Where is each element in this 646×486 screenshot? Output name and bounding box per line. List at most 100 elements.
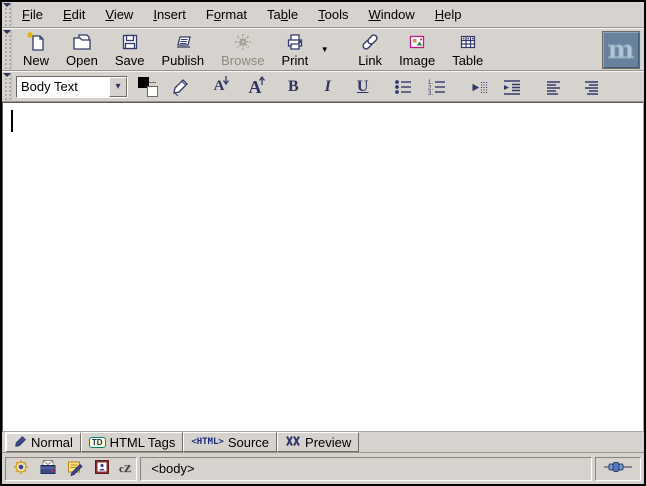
main-toolbar: New Open Save xyxy=(2,28,644,71)
align-right-button[interactable] xyxy=(581,77,601,97)
background-color-swatch[interactable] xyxy=(147,86,158,97)
format-toolbar: Body Text ▾ A A B xyxy=(2,71,644,102)
menu-edit-label: Edit xyxy=(63,7,85,22)
printer-icon xyxy=(284,31,306,53)
link-chain-icon xyxy=(359,31,381,53)
menu-file[interactable]: File xyxy=(16,2,49,27)
print-dropdown-button[interactable]: ▼ xyxy=(318,29,331,70)
chevron-down-icon[interactable]: ▾ xyxy=(109,77,127,97)
preview-icon xyxy=(285,435,301,450)
color-swatch-line xyxy=(149,82,156,83)
tag-breadcrumb-panel: <body> xyxy=(140,457,592,481)
underline-button[interactable]: U xyxy=(357,79,369,95)
component-bar: cZ xyxy=(5,457,137,481)
image-label: Image xyxy=(399,53,435,68)
mail-icon[interactable] xyxy=(38,458,58,479)
open-label: Open xyxy=(66,53,98,68)
publish-button[interactable]: Publish xyxy=(154,29,211,70)
menu-tools[interactable]: Tools xyxy=(312,2,354,27)
menu-format[interactable]: Format xyxy=(200,2,253,27)
new-page-icon xyxy=(25,31,47,53)
composer-window: File Edit View Insert Format Table Tools… xyxy=(2,2,644,484)
link-button[interactable]: Link xyxy=(351,29,389,70)
open-button[interactable]: Open xyxy=(59,29,105,70)
print-button[interactable]: Print xyxy=(274,29,315,70)
html-source-icon: <HTML> xyxy=(191,437,224,447)
italic-button[interactable]: I xyxy=(325,79,331,95)
paragraph-style-select[interactable]: Body Text ▾ xyxy=(16,76,128,98)
print-label: Print xyxy=(281,53,308,68)
increase-font-size-button[interactable]: A xyxy=(244,77,266,97)
toolbar-separator xyxy=(343,29,351,70)
table-grid-icon xyxy=(457,31,479,53)
open-folder-icon xyxy=(71,31,93,53)
navigator-icon[interactable] xyxy=(11,458,31,479)
composer-icon[interactable] xyxy=(65,458,85,479)
table-button[interactable]: Table xyxy=(445,29,490,70)
addressbook-icon[interactable] xyxy=(92,458,112,479)
text-color-picker[interactable] xyxy=(137,76,161,98)
tab-source-label: Source xyxy=(228,435,269,450)
underline-icon: U xyxy=(357,79,369,95)
outdent-button[interactable] xyxy=(469,77,489,97)
indent-button[interactable] xyxy=(501,77,521,97)
menu-window-label: Window xyxy=(369,7,415,22)
new-button[interactable]: New xyxy=(16,29,56,70)
decrease-font-size-button[interactable]: A xyxy=(208,77,230,97)
bold-button[interactable]: B xyxy=(288,79,299,95)
td-badge-icon: TD xyxy=(89,437,106,448)
online-plug-icon[interactable] xyxy=(603,460,633,477)
image-button[interactable]: Image xyxy=(392,29,442,70)
highlighter-pen-icon xyxy=(171,77,191,97)
bulleted-list-button[interactable] xyxy=(393,77,413,97)
highlight-color-button[interactable] xyxy=(171,77,191,97)
pen-icon xyxy=(14,435,27,451)
browse-button[interactable]: Browse xyxy=(214,29,271,70)
toolbar-grippy[interactable] xyxy=(3,30,12,69)
menu-help[interactable]: Help xyxy=(429,2,468,27)
menubar-grippy[interactable] xyxy=(3,3,12,26)
arrow-up-icon xyxy=(258,75,266,86)
svg-text:3.: 3. xyxy=(428,91,433,97)
menu-edit[interactable]: Edit xyxy=(57,2,91,27)
menu-tools-label: Tools xyxy=(318,7,348,22)
tab-normal[interactable]: Normal xyxy=(5,432,81,452)
save-floppy-icon xyxy=(119,31,141,53)
text-caret xyxy=(11,110,13,132)
new-label: New xyxy=(23,53,49,68)
align-left-icon xyxy=(543,77,563,97)
numbered-list-button[interactable]: 1. 2. 3. xyxy=(427,77,447,97)
outdent-icon xyxy=(469,77,489,97)
browse-label: Browse xyxy=(221,53,264,68)
menu-format-label: Format xyxy=(206,7,247,22)
current-tag[interactable]: <body> xyxy=(151,461,194,476)
menu-view-label: View xyxy=(105,7,133,22)
bold-icon: B xyxy=(288,79,299,95)
document-edit-area[interactable] xyxy=(2,102,644,432)
menu-insert-label: Insert xyxy=(153,7,186,22)
tab-html-tags[interactable]: TD HTML Tags xyxy=(81,432,183,452)
tab-normal-label: Normal xyxy=(31,435,73,450)
menu-file-label: File xyxy=(22,7,43,22)
dropdown-arrow-icon: ▼ xyxy=(321,45,329,54)
table-label: Table xyxy=(452,53,483,68)
mozilla-throbber-button[interactable]: m xyxy=(602,31,640,69)
tab-html-tags-label: HTML Tags xyxy=(110,435,176,450)
menu-window[interactable]: Window xyxy=(363,2,421,27)
menu-view[interactable]: View xyxy=(99,2,139,27)
save-button[interactable]: Save xyxy=(108,29,152,70)
chatzilla-icon[interactable]: cZ xyxy=(119,463,131,475)
align-left-button[interactable] xyxy=(543,77,563,97)
menu-table[interactable]: Table xyxy=(261,2,304,27)
link-label: Link xyxy=(358,53,382,68)
browse-sparkle-icon xyxy=(232,31,254,53)
arrow-down-icon xyxy=(222,75,230,86)
formatbar-grippy[interactable] xyxy=(3,73,12,102)
tab-source[interactable]: <HTML> Source xyxy=(183,432,277,452)
online-status-panel xyxy=(595,457,641,481)
menu-insert[interactable]: Insert xyxy=(147,2,192,27)
tab-preview[interactable]: Preview xyxy=(277,432,359,452)
italic-icon: I xyxy=(325,79,331,95)
menu-help-label: Help xyxy=(435,7,462,22)
paragraph-style-value: Body Text xyxy=(17,77,109,97)
